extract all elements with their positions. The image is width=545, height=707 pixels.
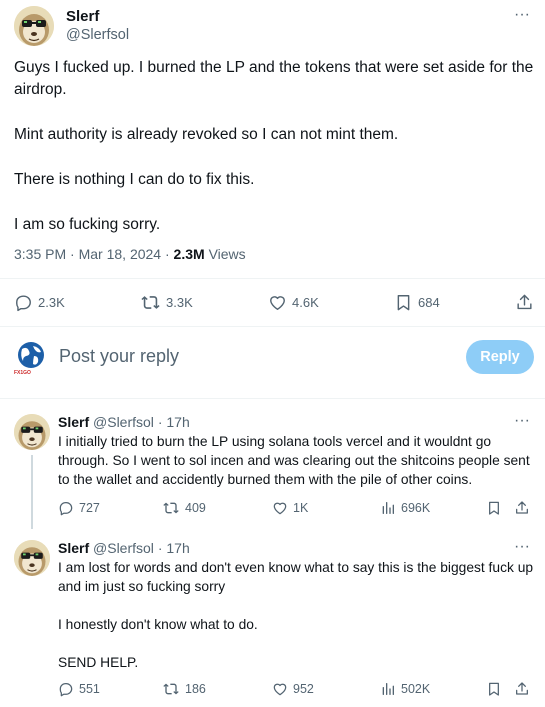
reply-composer: FX1GO Post your reply Reply [14,338,534,378]
sloth-avatar-icon [14,6,54,46]
reply-paragraph: SEND HELP. [58,655,139,670]
reply-age[interactable]: 17h [166,540,189,556]
bookmark-action[interactable] [486,500,502,516]
tweet-time[interactable]: 3:35 PM [14,246,66,262]
sloth-avatar-icon [14,540,50,576]
views-label: Views [208,246,246,262]
avatar [14,340,48,374]
more-options-icon[interactable]: ··· [514,412,530,430]
share-icon [516,501,528,514]
tweet-meta: 3:35 PM · Mar 18, 2024 · 2.3M Views [14,246,246,262]
sloth-avatar-icon [14,414,50,450]
reply-input[interactable]: Post your reply [59,346,179,367]
share-icon [516,682,528,695]
more-options-icon[interactable]: ··· [514,6,530,24]
reply-paragraph: I honestly don't know what to do. [58,617,258,632]
reply-action-bar: 551 186 952 502K [58,681,534,699]
repost-action[interactable]: 186 [162,681,206,697]
like-count: 1K [293,501,309,515]
globe-logo-icon [18,342,44,368]
tweet-paragraph: Guys I fucked up. I burned the LP and th… [14,59,534,98]
repost-icon [163,683,179,695]
tweet-header: Slerf @Slerfsol ··· [14,6,534,48]
divider [0,398,545,399]
bookmark-action[interactable]: 684 [394,293,440,312]
reply-tweet[interactable]: Slerf @Slerfsol · 17h ··· I am lost for … [14,538,534,670]
reply-action[interactable]: 727 [58,500,100,516]
divider [0,326,545,327]
view-count: 696K [401,501,431,515]
repost-icon [163,502,179,514]
reply-paragraph: I am lost for words and don't even know … [58,560,534,594]
reply-count: 727 [79,501,100,515]
repost-count: 3.3K [166,294,193,310]
share-action[interactable] [514,681,530,697]
analytics-icon [382,683,394,695]
bookmark-icon [489,682,499,696]
reply-action-bar: 727 409 1K 696K [58,500,534,518]
author-handle[interactable]: @Slerfsol [93,414,154,430]
tweet-text: Guys I fucked up. I burned the LP and th… [14,57,534,259]
repost-icon [141,295,160,309]
repost-count: 409 [185,501,206,515]
heart-icon [270,295,285,310]
tweet-date[interactable]: Mar 18, 2024 [79,246,162,262]
author-name[interactable]: Slerf [58,540,89,556]
like-action[interactable]: 952 [272,681,314,697]
reply-header: Slerf @Slerfsol · 17h [58,540,190,556]
reply-icon [59,502,73,516]
bookmark-count: 684 [418,294,440,310]
bookmark-icon [489,501,499,515]
share-icon [517,294,532,309]
analytics-icon [382,502,394,514]
reply-header: Slerf @Slerfsol · 17h [58,414,190,430]
tweet-paragraph: There is nothing I can do to fix this. [14,171,255,188]
reply-icon [59,683,73,697]
author-name[interactable]: Slerf [58,414,89,430]
bookmark-icon [397,294,410,310]
repost-count: 186 [185,682,206,696]
like-count: 952 [293,682,314,696]
share-action[interactable] [515,293,534,312]
heart-icon [273,502,287,515]
divider [0,278,545,279]
share-action[interactable] [514,500,530,516]
avatar[interactable] [14,414,50,450]
heart-icon [273,683,287,696]
reply-count: 2.3K [38,294,65,310]
reply-action[interactable]: 551 [58,681,100,697]
author-name[interactable]: Slerf [66,8,99,25]
reply-count: 551 [79,682,100,696]
author-handle[interactable]: @Slerfsol [66,27,129,43]
views-action[interactable]: 502K [380,681,430,697]
reply-text: I initially tried to burn the LP using s… [58,432,534,508]
bookmark-action[interactable] [486,681,502,697]
like-action[interactable]: 4.6K [268,293,319,312]
like-count: 4.6K [292,294,319,310]
views-count: 2.3M [173,246,205,262]
composer-avatar-label: FX1GO [14,370,31,376]
reply-action[interactable]: 2.3K [14,293,65,312]
reply-paragraph: I initially tried to burn the LP using s… [58,434,530,487]
reply-age[interactable]: 17h [166,414,189,430]
reply-button[interactable]: Reply [466,340,534,374]
more-options-icon[interactable]: ··· [514,538,530,556]
tweet-action-bar: 2.3K 3.3K 4.6K 684 [14,292,534,312]
reply-text: I am lost for words and don't even know … [58,558,534,691]
like-action[interactable]: 1K [272,500,308,516]
repost-action[interactable]: 3.3K [140,293,193,312]
tweet-paragraph: I am so fucking sorry. [14,216,161,233]
reply-icon [16,294,31,311]
avatar[interactable] [14,6,54,46]
tweet-paragraph: Mint authority is already revoked so I c… [14,126,399,143]
avatar[interactable] [14,540,50,576]
view-count: 502K [401,682,431,696]
repost-action[interactable]: 409 [162,500,206,516]
views-action[interactable]: 696K [380,500,430,516]
author-handle[interactable]: @Slerfsol [93,540,154,556]
